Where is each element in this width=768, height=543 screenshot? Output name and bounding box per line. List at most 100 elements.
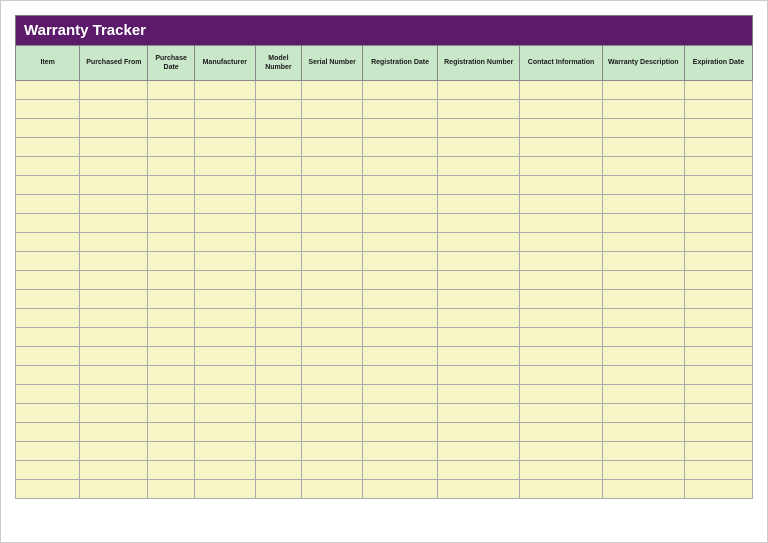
table-cell[interactable] [80,347,148,366]
table-cell[interactable] [148,138,195,157]
table-cell[interactable] [16,119,80,138]
table-cell[interactable] [148,214,195,233]
table-cell[interactable] [80,119,148,138]
table-cell[interactable] [602,214,684,233]
table-cell[interactable] [255,233,302,252]
table-cell[interactable] [602,252,684,271]
table-cell[interactable] [684,328,752,347]
table-cell[interactable] [602,385,684,404]
table-cell[interactable] [302,480,363,499]
table-cell[interactable] [302,176,363,195]
table-cell[interactable] [148,81,195,100]
table-cell[interactable] [148,309,195,328]
table-cell[interactable] [684,100,752,119]
table-cell[interactable] [520,480,602,499]
col-header-serial-number[interactable]: Serial Number [302,46,363,81]
table-cell[interactable] [684,195,752,214]
table-cell[interactable] [194,271,255,290]
table-cell[interactable] [520,214,602,233]
table-cell[interactable] [684,81,752,100]
col-header-contact-information[interactable]: Contact Information [520,46,602,81]
table-cell[interactable] [80,271,148,290]
table-cell[interactable] [194,480,255,499]
table-cell[interactable] [255,252,302,271]
table-cell[interactable] [255,385,302,404]
table-cell[interactable] [255,81,302,100]
table-cell[interactable] [194,404,255,423]
table-cell[interactable] [148,100,195,119]
table-cell[interactable] [684,347,752,366]
table-cell[interactable] [602,195,684,214]
table-cell[interactable] [520,81,602,100]
table-cell[interactable] [362,366,437,385]
table-cell[interactable] [302,271,363,290]
table-cell[interactable] [362,119,437,138]
table-cell[interactable] [602,309,684,328]
table-cell[interactable] [684,290,752,309]
table-cell[interactable] [80,195,148,214]
table-cell[interactable] [194,385,255,404]
table-cell[interactable] [602,347,684,366]
table-cell[interactable] [438,271,520,290]
table-cell[interactable] [16,81,80,100]
table-cell[interactable] [602,81,684,100]
table-cell[interactable] [302,252,363,271]
table-cell[interactable] [362,138,437,157]
table-cell[interactable] [302,461,363,480]
table-cell[interactable] [302,195,363,214]
table-cell[interactable] [602,290,684,309]
table-cell[interactable] [16,214,80,233]
table-cell[interactable] [302,81,363,100]
table-cell[interactable] [194,214,255,233]
table-cell[interactable] [362,309,437,328]
table-cell[interactable] [438,480,520,499]
table-cell[interactable] [16,290,80,309]
table-cell[interactable] [16,100,80,119]
table-cell[interactable] [194,195,255,214]
table-cell[interactable] [194,290,255,309]
table-cell[interactable] [16,442,80,461]
table-cell[interactable] [194,442,255,461]
table-cell[interactable] [194,347,255,366]
table-cell[interactable] [684,138,752,157]
table-cell[interactable] [684,233,752,252]
table-cell[interactable] [438,100,520,119]
table-cell[interactable] [16,271,80,290]
table-cell[interactable] [520,385,602,404]
table-cell[interactable] [302,233,363,252]
table-cell[interactable] [520,157,602,176]
table-cell[interactable] [438,233,520,252]
table-cell[interactable] [684,461,752,480]
table-cell[interactable] [684,119,752,138]
table-cell[interactable] [302,385,363,404]
table-cell[interactable] [602,157,684,176]
table-cell[interactable] [520,119,602,138]
table-cell[interactable] [438,119,520,138]
table-cell[interactable] [255,309,302,328]
table-cell[interactable] [148,157,195,176]
table-cell[interactable] [602,176,684,195]
table-cell[interactable] [194,157,255,176]
table-cell[interactable] [148,366,195,385]
table-cell[interactable] [148,461,195,480]
table-cell[interactable] [16,309,80,328]
table-cell[interactable] [602,442,684,461]
table-cell[interactable] [255,423,302,442]
table-cell[interactable] [80,480,148,499]
table-cell[interactable] [16,252,80,271]
table-cell[interactable] [80,252,148,271]
table-cell[interactable] [684,442,752,461]
table-cell[interactable] [684,385,752,404]
table-cell[interactable] [520,176,602,195]
table-cell[interactable] [80,404,148,423]
table-cell[interactable] [194,309,255,328]
table-cell[interactable] [438,461,520,480]
table-cell[interactable] [16,176,80,195]
table-cell[interactable] [438,252,520,271]
table-cell[interactable] [194,176,255,195]
table-cell[interactable] [520,271,602,290]
table-cell[interactable] [684,157,752,176]
table-cell[interactable] [80,366,148,385]
table-cell[interactable] [684,252,752,271]
table-cell[interactable] [362,176,437,195]
